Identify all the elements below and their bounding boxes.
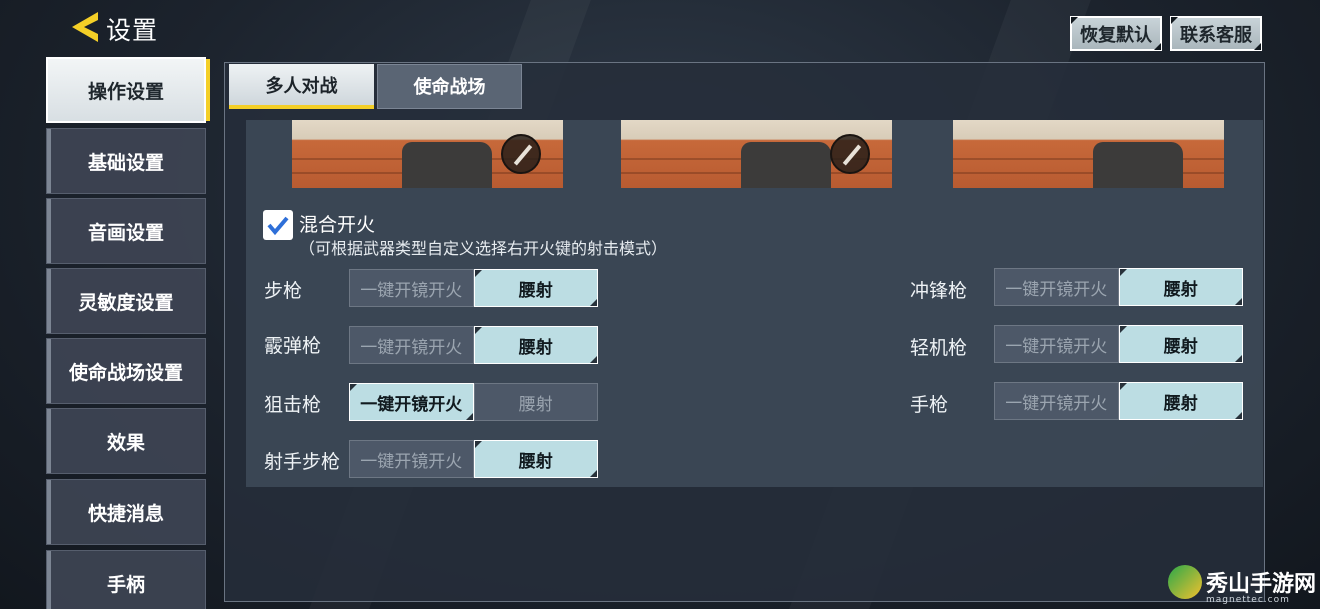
preview-image-3 [953,120,1224,188]
bullet-icon [830,134,870,174]
fire-mode-toggle-shotgun: 一键开镜开火 腰射 [349,326,598,364]
watermark-brand: 秀山手游网 [1206,571,1317,597]
ads-fire-option[interactable]: 一键开镜开火 [349,269,474,307]
sidebar-item-label: 音画设置 [87,221,164,244]
preview-image-2 [621,120,892,188]
weapon-label-marksman-rifle: 射手步枪 [264,451,341,473]
weapon-label-shotgun: 霰弹枪 [264,335,322,357]
weapon-label-sniper: 狙击枪 [264,394,322,416]
hip-fire-option[interactable]: 腰射 [1118,268,1243,306]
weapon-label-pistol: 手枪 [910,394,949,416]
sidebar-item-sensitivity-settings[interactable]: 灵敏度设置 [46,268,206,334]
sidebar-item-label: 效果 [106,431,145,454]
back-button[interactable] [68,10,102,44]
mixed-fire-checkbox[interactable] [263,210,293,240]
scope-icon [501,134,541,174]
sidebar-item-controller[interactable]: 手柄 [46,550,206,609]
sidebar-item-label: 快捷消息 [87,502,164,525]
sidebar-item-label: 使命战场设置 [68,361,183,384]
mixed-fire-description: （可根据武器类型自定义选择右开火键的射击模式） [299,239,668,258]
preview-image-1 [292,120,563,188]
hip-fire-option[interactable]: 腰射 [473,383,598,421]
sidebar-item-battle-royale-settings[interactable]: 使命战场设置 [46,338,206,404]
tab-multiplayer[interactable]: 多人对战 [229,64,374,109]
fire-mode-toggle-lmg: 一键开镜开火 腰射 [994,325,1243,363]
ads-fire-option[interactable]: 一键开镜开火 [349,440,474,478]
watermark-domain: magnettec.com [1206,595,1290,605]
back-arrow-icon [72,12,98,42]
weapon-label-lmg: 轻机枪 [910,337,968,359]
page-title: 设置 [106,16,159,45]
sidebar-item-label: 操作设置 [87,80,164,103]
sidebar-item-label: 基础设置 [87,151,164,174]
tab-battle-royale[interactable]: 使命战场 [377,64,522,109]
weapon-label-rifle: 步枪 [264,280,303,302]
ads-fire-option[interactable]: 一键开镜开火 [994,325,1119,363]
contact-support-button[interactable]: 联系客服 [1170,16,1262,51]
watermark-logo-icon [1168,565,1202,599]
sidebar-item-audio-video-settings[interactable]: 音画设置 [46,198,206,264]
sidebar-item-operation-settings[interactable]: 操作设置 [46,57,210,123]
watermark: 秀山手游网 magnettec.com [1168,565,1317,605]
restore-default-button[interactable]: 恢复默认 [1070,16,1162,51]
sidebar-item-basic-settings[interactable]: 基础设置 [46,128,206,194]
sidebar-item-quick-messages[interactable]: 快捷消息 [46,479,206,545]
checkmark-icon [267,216,289,236]
hip-fire-option[interactable]: 腰射 [473,269,598,307]
weapon-label-smg: 冲锋枪 [910,280,968,302]
sidebar-item-label: 手柄 [106,573,145,596]
fire-mode-toggle-sniper: 一键开镜开火 腰射 [349,383,598,421]
fire-mode-toggle-marksman-rifle: 一键开镜开火 腰射 [349,440,598,478]
sidebar-item-effects[interactable]: 效果 [46,408,206,474]
hip-fire-option[interactable]: 腰射 [473,440,598,478]
fire-mode-toggle-smg: 一键开镜开火 腰射 [994,268,1243,306]
sidebar-item-label: 灵敏度设置 [78,291,174,314]
ads-fire-option[interactable]: 一键开镜开火 [349,383,474,421]
mixed-fire-label: 混合开火 [299,214,376,236]
hip-fire-option[interactable]: 腰射 [1118,382,1243,420]
fire-mode-toggle-rifle: 一键开镜开火 腰射 [349,269,598,307]
ads-fire-option[interactable]: 一键开镜开火 [994,268,1119,306]
ads-fire-option[interactable]: 一键开镜开火 [994,382,1119,420]
fire-mode-toggle-pistol: 一键开镜开火 腰射 [994,382,1243,420]
ads-fire-option[interactable]: 一键开镜开火 [349,326,474,364]
hip-fire-option[interactable]: 腰射 [473,326,598,364]
hip-fire-option[interactable]: 腰射 [1118,325,1243,363]
